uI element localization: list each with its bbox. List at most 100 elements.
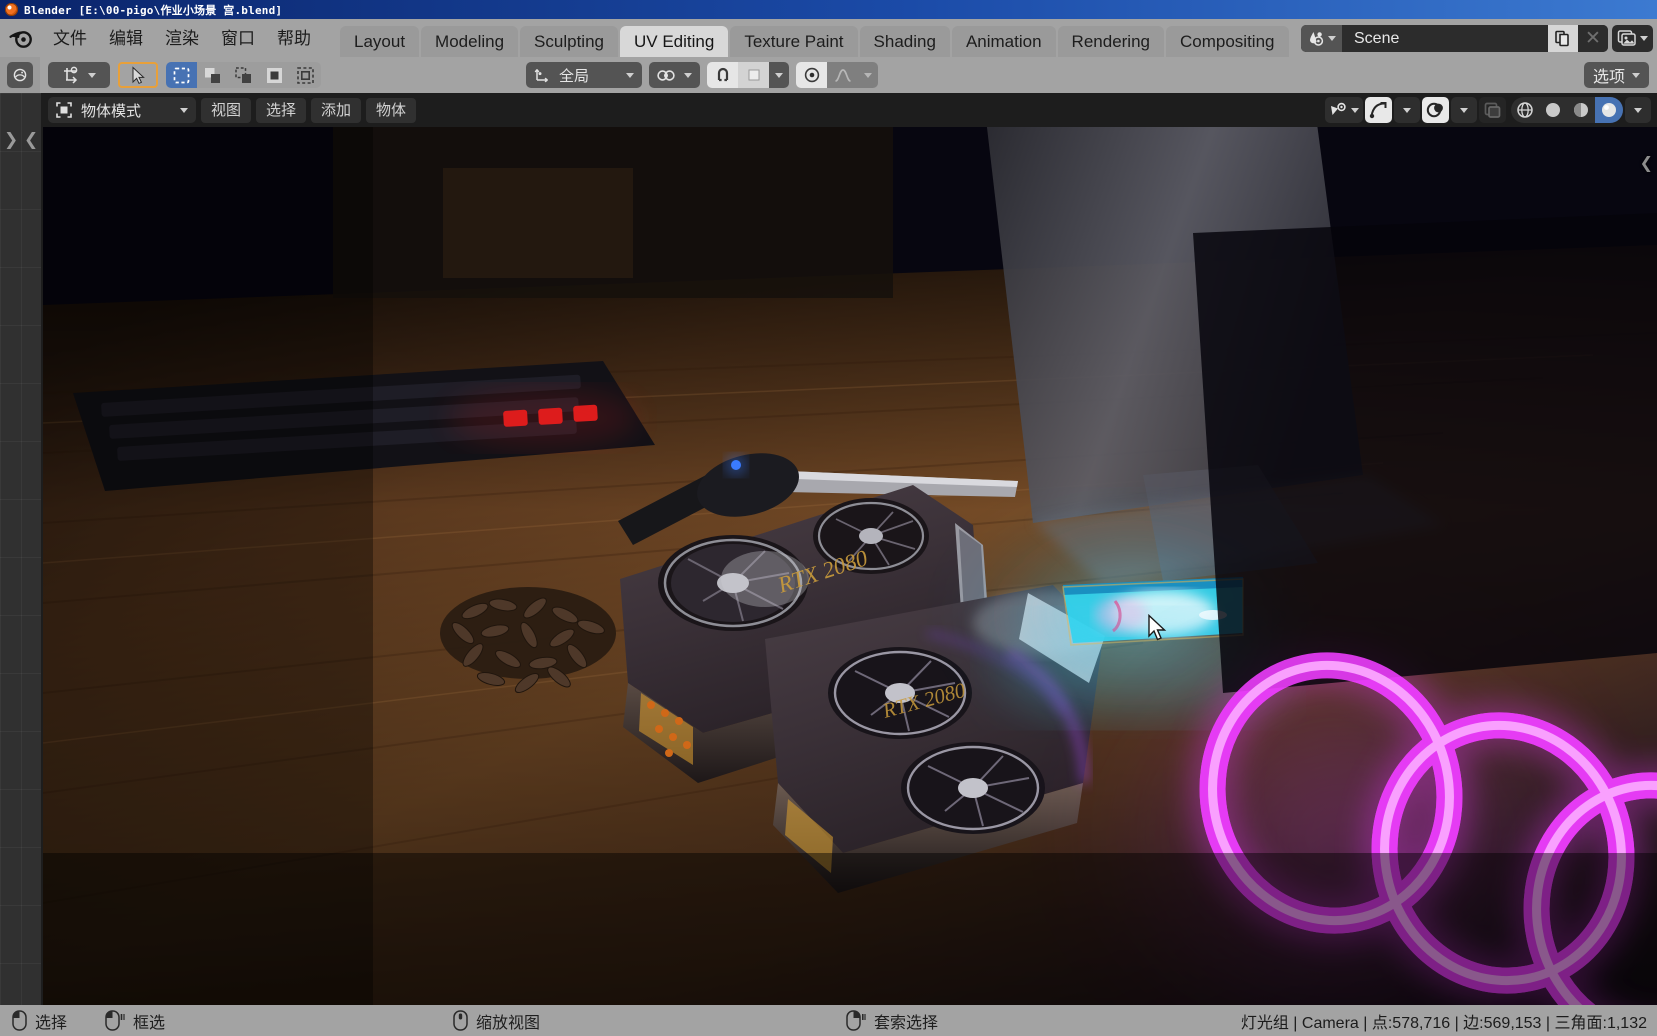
- tab-uv-editing[interactable]: UV Editing: [619, 26, 729, 58]
- menu-help[interactable]: 帮助: [266, 27, 322, 50]
- snap-toggle-button[interactable]: [707, 62, 738, 88]
- scene-statistics: 灯光组 | Camera | 点:578,716 | 边:569,153 | 三…: [1240, 1014, 1647, 1032]
- scene-name-field[interactable]: Scene: [1342, 25, 1548, 52]
- visibility-filter-button[interactable]: [1325, 97, 1363, 123]
- overlays-toggle-button[interactable]: [1422, 97, 1449, 123]
- wireframe-globe-icon: [1517, 102, 1533, 118]
- mouse-middle-icon: [453, 1010, 468, 1031]
- options-dropdown[interactable]: 选项: [1583, 62, 1649, 88]
- tab-layout[interactable]: Layout: [340, 26, 420, 58]
- uv-sync-icon[interactable]: [7, 62, 33, 88]
- transform-orientation-icon: [534, 69, 548, 83]
- menu-edit[interactable]: 编辑: [98, 27, 154, 50]
- snap-target-button[interactable]: [738, 62, 769, 88]
- snap-magnet-icon: [657, 69, 675, 81]
- tweak-cursor-tool[interactable]: [118, 62, 158, 88]
- vp-menu-select[interactable]: 选择: [256, 97, 307, 123]
- window-title-text: Blender [E:\00-pigo\作业小场景 宫.blend]: [24, 3, 283, 17]
- tab-texture-paint[interactable]: Texture Paint: [730, 26, 858, 58]
- select-extend[interactable]: [197, 62, 228, 88]
- interaction-mode-dropdown[interactable]: 物体模式: [48, 97, 196, 123]
- proportional-edit-icon: [804, 67, 819, 83]
- new-scene-icon[interactable]: [1548, 24, 1578, 52]
- unlink-x-icon[interactable]: ✕: [1578, 24, 1608, 52]
- snap-magnet-icon: [717, 67, 728, 82]
- chevron-down-icon: [684, 72, 692, 78]
- chevron-down-icon: [626, 72, 634, 78]
- select-set-new[interactable]: [166, 62, 197, 88]
- status-hint-label: 框选: [133, 1014, 166, 1032]
- xray-toggle-button[interactable]: [1479, 97, 1506, 123]
- uv-collapse-sidebar-arrow[interactable]: ❮: [24, 131, 38, 148]
- chevron-down-icon: [180, 107, 188, 113]
- falloff-options-chevron[interactable]: [858, 62, 878, 88]
- vp-menu-add[interactable]: 添加: [311, 97, 362, 123]
- xray-squares-icon: [1484, 102, 1501, 118]
- gizmo-toggle-button[interactable]: [1365, 97, 1392, 123]
- gizmo-options-chevron[interactable]: [1394, 97, 1420, 123]
- shading-rendered[interactable]: [1595, 97, 1623, 123]
- snap-pivot-button[interactable]: [48, 62, 110, 88]
- blender-logo-icon: [5, 3, 18, 16]
- status-hint-label: 套索选择: [874, 1014, 939, 1032]
- menu-render[interactable]: 渲染: [154, 27, 210, 50]
- select-intersect[interactable]: [290, 62, 321, 88]
- window-title-bar: Blender [E:\00-pigo\作业小场景 宫.blend]: [0, 0, 1657, 19]
- status-hint-label: 缩放视图: [476, 1014, 541, 1032]
- chevron-down-icon: [1632, 72, 1640, 78]
- rendered-sphere-icon: [1602, 103, 1616, 117]
- transform-orientation-dropdown[interactable]: 全局: [526, 62, 642, 88]
- tab-modeling[interactable]: Modeling: [421, 26, 519, 58]
- overlays-circles-icon: [1426, 102, 1443, 118]
- pivot-point-dropdown[interactable]: [649, 62, 700, 88]
- tab-sculpting[interactable]: Sculpting: [520, 26, 618, 58]
- options-label: 选项: [1592, 69, 1625, 86]
- status-hint-box-select: 框选: [105, 1009, 165, 1033]
- shading-solid[interactable]: [1539, 97, 1567, 123]
- view-layer-selector[interactable]: [1612, 24, 1653, 52]
- mode-label: 物体模式: [81, 102, 142, 120]
- chevron-down-icon: [1351, 107, 1359, 113]
- gizmo-arrow-icon: [1369, 102, 1387, 119]
- scene-selector: Scene ✕: [1301, 24, 1608, 52]
- chevron-down-icon: [1328, 35, 1336, 41]
- eye-visibility-icon: [1331, 102, 1346, 115]
- mouse-left-drag-icon: [105, 1010, 125, 1031]
- proportional-edit-group: [796, 62, 878, 88]
- menu-file[interactable]: 文件: [42, 27, 98, 50]
- material-preview-icon: [1574, 103, 1588, 117]
- status-hint-select: 选择: [12, 1009, 67, 1033]
- select-subtract[interactable]: [228, 62, 259, 88]
- vp-menu-object[interactable]: 物体: [366, 97, 417, 123]
- tab-rendering[interactable]: Rendering: [1057, 26, 1164, 58]
- rendered-scene-image: RTX 2080 RTX 2080: [43, 93, 1657, 1005]
- tab-animation[interactable]: Animation: [951, 26, 1056, 58]
- shading-options-chevron[interactable]: [1625, 97, 1651, 123]
- overlay-options-chevron[interactable]: [1451, 97, 1477, 123]
- status-hint-zoom: 缩放视图: [453, 1009, 540, 1033]
- view-layer-icon: [1617, 30, 1636, 46]
- expand-n-panel-arrow[interactable]: ❮: [1640, 153, 1653, 173]
- blender-app-menu-icon[interactable]: [8, 25, 34, 51]
- 3d-viewport[interactable]: RTX 2080 RTX 2080 物体模式 视图 选择 添加 物体 ❮: [43, 93, 1657, 1005]
- status-hint-label: 选择: [35, 1014, 68, 1032]
- menu-window[interactable]: 窗口: [210, 27, 266, 50]
- falloff-curve-button[interactable]: [827, 62, 858, 88]
- snap-options-chevron[interactable]: [769, 62, 789, 88]
- falloff-curve-icon: [834, 69, 851, 82]
- proportional-edit-toggle[interactable]: [796, 62, 827, 88]
- scene-browse-icon[interactable]: [1301, 24, 1342, 52]
- select-invert[interactable]: [259, 62, 290, 88]
- viewport-shading-group: [1511, 97, 1623, 123]
- shading-wireframe[interactable]: [1511, 97, 1539, 123]
- tab-shading[interactable]: Shading: [859, 26, 950, 58]
- snap-pivot-icon: [64, 66, 78, 84]
- uv-editor-panel[interactable]: ❯ ❮: [0, 93, 41, 1005]
- tool-settings-bar: 全局 选项: [0, 57, 1657, 93]
- uv-expand-toolbar-arrow[interactable]: ❯: [4, 131, 18, 148]
- vp-menu-view[interactable]: 视图: [201, 97, 252, 123]
- object-mode-icon: [56, 102, 72, 118]
- shading-material[interactable]: [1567, 97, 1595, 123]
- tab-compositing[interactable]: Compositing: [1166, 26, 1289, 58]
- tweak-cursor-icon: [132, 65, 145, 84]
